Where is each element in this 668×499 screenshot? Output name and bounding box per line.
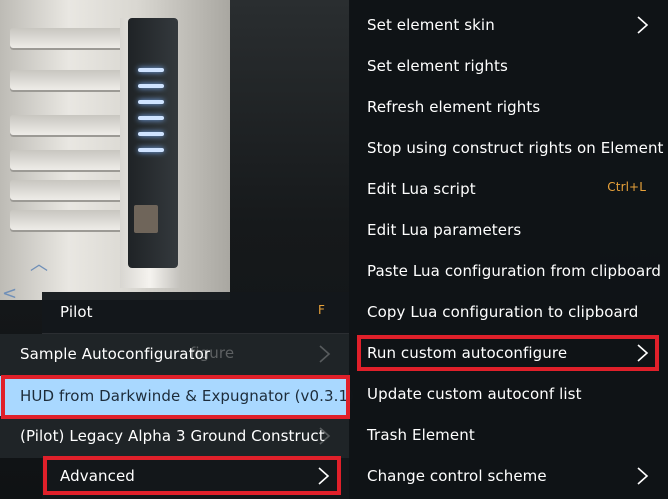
menu-item-advanced[interactable]: Advanced bbox=[42, 456, 349, 496]
menu-item-label: Set element skin bbox=[367, 16, 495, 34]
menu-item-label: Stop using construct rights on Element bbox=[367, 139, 664, 157]
menu-item-label: Update custom autoconf list bbox=[367, 385, 582, 403]
menu-item-copy-lua-config[interactable]: Copy Lua configuration to clipboard bbox=[349, 292, 668, 332]
menu-item-pilot[interactable]: Pilot F bbox=[42, 292, 349, 332]
submenu-item-legacy-alpha3[interactable]: (Pilot) Legacy Alpha 3 Ground Construct bbox=[0, 416, 350, 456]
panel-light bbox=[138, 84, 164, 88]
panel-light bbox=[138, 100, 164, 104]
menu-item-label: Edit Lua script bbox=[367, 180, 476, 198]
menu-item-label: Sample Autoconfigurator bbox=[20, 345, 211, 363]
panel-light bbox=[138, 132, 164, 136]
menu-item-edit-lua-script[interactable]: Edit Lua script Ctrl+L bbox=[349, 169, 668, 209]
menu-item-label: Pilot bbox=[60, 303, 93, 321]
submenu-item-hud-darkwinde[interactable]: HUD from Darkwinde & Expugnator (v0.3.1) bbox=[0, 376, 354, 416]
menu-item-label: Paste Lua configuration from clipboard bbox=[367, 262, 661, 280]
menu-item-paste-lua-config[interactable]: Paste Lua configuration from clipboard bbox=[349, 251, 668, 291]
menu-item-label: HUD from Darkwinde & Expugnator (v0.3.1) bbox=[20, 387, 355, 405]
context-menu-main: Set element skin Set element rights Refr… bbox=[349, 0, 668, 499]
menu-item-label: Set element rights bbox=[367, 57, 508, 75]
menu-item-set-element-rights[interactable]: Set element rights bbox=[349, 46, 668, 86]
menu-item-label: Copy Lua configuration to clipboard bbox=[367, 303, 639, 321]
chevron-right-icon bbox=[318, 467, 330, 485]
menu-item-label: figure bbox=[190, 344, 235, 362]
chevron-up-icon: ︿ bbox=[30, 254, 48, 275]
shortcut-hint: Ctrl+L bbox=[607, 180, 646, 194]
chevron-right-icon bbox=[319, 345, 331, 363]
menu-item-set-element-skin[interactable]: Set element skin bbox=[349, 5, 668, 45]
menu-item-label: Refresh element rights bbox=[367, 98, 541, 116]
panel-light bbox=[138, 148, 164, 152]
menu-item-label: Run custom autoconfigure bbox=[367, 344, 568, 362]
menu-item-label: Advanced bbox=[60, 467, 135, 485]
menu-item-label: Trash Element bbox=[367, 426, 475, 444]
panel-handle bbox=[134, 205, 158, 233]
chevron-right-icon bbox=[637, 344, 649, 362]
chevron-right-icon bbox=[637, 16, 649, 34]
menu-item-update-autoconf-list[interactable]: Update custom autoconf list bbox=[349, 374, 668, 414]
chevron-right-icon bbox=[637, 467, 649, 485]
chevron-left-icon: < bbox=[2, 283, 18, 304]
chevron-right-icon bbox=[319, 427, 331, 445]
panel-light bbox=[138, 116, 164, 120]
submenu-item-sample-autoconfigurator[interactable]: Sample Autoconfigurator figure bbox=[0, 334, 350, 374]
menu-item-label: (Pilot) Legacy Alpha 3 Ground Construct bbox=[20, 427, 325, 445]
menu-item-trash-element[interactable]: Trash Element bbox=[349, 415, 668, 455]
menu-item-edit-lua-parameters[interactable]: Edit Lua parameters bbox=[349, 210, 668, 250]
menu-item-refresh-element-rights[interactable]: Refresh element rights bbox=[349, 87, 668, 127]
menu-item-label: Change control scheme bbox=[367, 467, 547, 485]
menu-item-change-control-scheme[interactable]: Change control scheme bbox=[349, 456, 668, 496]
panel-light bbox=[138, 68, 164, 72]
shortcut-hint: F bbox=[317, 303, 325, 317]
menu-item-run-custom-autoconfigure[interactable]: Run custom autoconfigure bbox=[349, 333, 668, 373]
menu-item-label: Edit Lua parameters bbox=[367, 221, 522, 239]
autoconfigure-submenu: Sample Autoconfigurator figure HUD from … bbox=[0, 334, 354, 458]
menu-item-stop-construct-rights[interactable]: Stop using construct rights on Element bbox=[349, 128, 668, 168]
